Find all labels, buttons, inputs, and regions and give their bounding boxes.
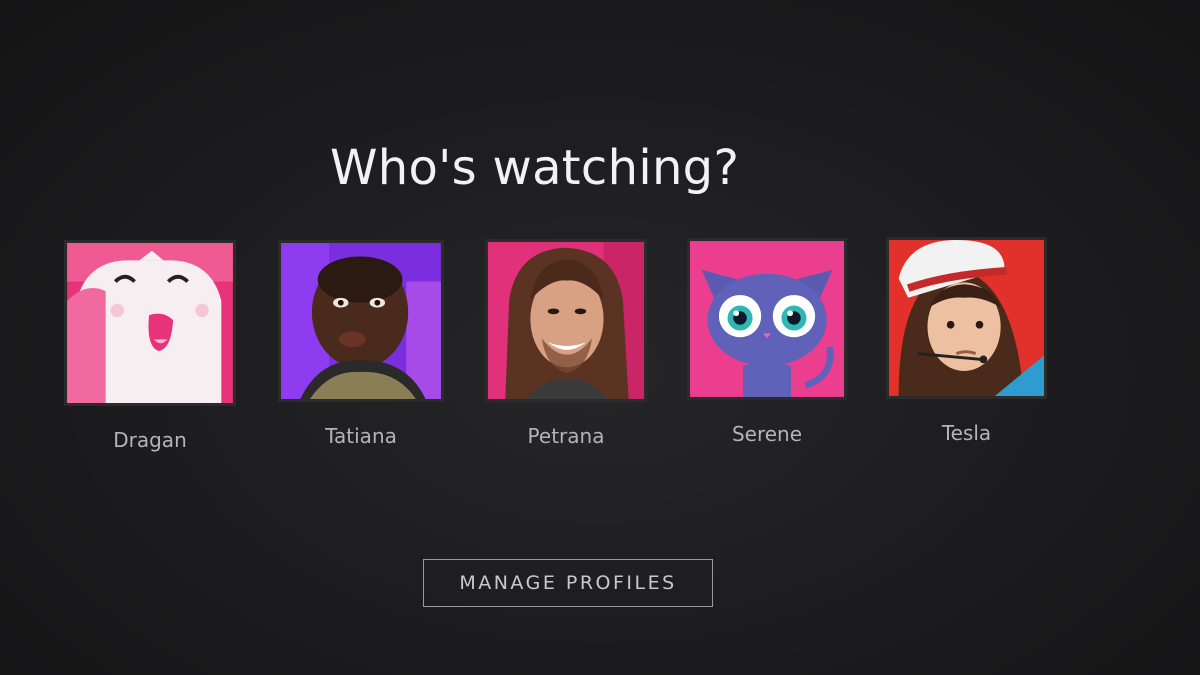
page-title: Who's watching? [330, 140, 740, 196]
profile-name: Serene [731, 422, 803, 446]
profile-selection-screen: Who's watching? Dragan Tatiana Petrana S… [0, 0, 1200, 675]
purple-cat-icon [690, 241, 844, 397]
avatar[interactable] [278, 240, 444, 402]
smiling-man-purple-bg-icon [281, 243, 441, 399]
profile-petrana[interactable]: Petrana [485, 239, 647, 448]
avatar[interactable] [886, 237, 1047, 399]
profile-name: Petrana [527, 424, 605, 448]
profile-name: Dragan [113, 428, 187, 452]
pink-cartoon-face-icon [67, 243, 233, 403]
profile-tesla[interactable]: Tesla [886, 237, 1047, 445]
profile-name: Tesla [941, 421, 992, 445]
profile-name: Tatiana [325, 424, 397, 448]
avatar[interactable] [64, 240, 236, 406]
profile-dragan[interactable]: Dragan [64, 240, 236, 452]
profile-tatiana[interactable]: Tatiana [278, 240, 444, 448]
long-haired-man-pink-bg-icon [488, 242, 644, 399]
avatar[interactable] [687, 238, 847, 400]
avatar[interactable] [485, 239, 647, 402]
boy-cap-red-bg-icon [889, 240, 1044, 396]
profile-serene[interactable]: Serene [687, 238, 847, 446]
manage-profiles-button[interactable]: MANAGE PROFILES [423, 559, 713, 607]
